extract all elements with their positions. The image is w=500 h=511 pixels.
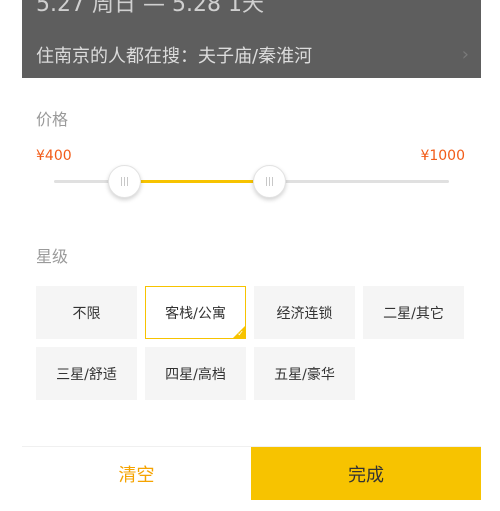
price-slider-min-handle[interactable] [108,165,141,198]
star-option-inn-apartment[interactable]: 客栈/公寓 ✓ [145,286,246,339]
clear-button[interactable]: 清空 [22,447,251,500]
star-option-four-star[interactable]: 四星/高档 [145,347,246,400]
star-option-two-star[interactable]: 二星/其它 [363,286,464,339]
background-overlay[interactable]: 5.27 周日 — 5.28 1天 住南京的人都在搜：夫子庙/秦淮河 › [22,0,481,78]
price-max-label: ¥1000 [420,148,465,164]
star-option-five-star[interactable]: 五星/豪华 [254,347,355,400]
filter-footer: 清空 完成 [22,446,481,500]
star-option-three-star[interactable]: 三星/舒适 [36,347,137,400]
star-section-title: 星级 [36,247,69,266]
price-min-label: ¥400 [36,148,72,164]
star-option-budget-chain[interactable]: 经济连锁 [254,286,355,339]
grip-icon [266,177,273,186]
check-icon: ✓ [237,329,244,338]
date-range-text: 5.27 周日 — 5.28 1天 [36,0,264,17]
filter-sheet: 价格 ¥400 ¥1000 星级 不限 客栈/公寓 ✓ 经济连锁 二星/其它 三… [22,78,481,511]
star-option-unlimited[interactable]: 不限 [36,286,137,339]
price-slider-max-handle[interactable] [253,165,286,198]
done-button[interactable]: 完成 [251,447,481,500]
price-section-title: 价格 [36,110,69,129]
popular-search-hint: 住南京的人都在搜：夫子庙/秦淮河 [36,46,313,67]
chevron-right-icon: › [461,44,469,65]
star-option-label: 客栈/公寓 [165,305,226,322]
star-options: 不限 客栈/公寓 ✓ 经济连锁 二星/其它 三星/舒适 四星/高档 五星/豪华 [36,286,467,400]
price-slider-range [124,180,269,183]
grip-icon [121,177,128,186]
